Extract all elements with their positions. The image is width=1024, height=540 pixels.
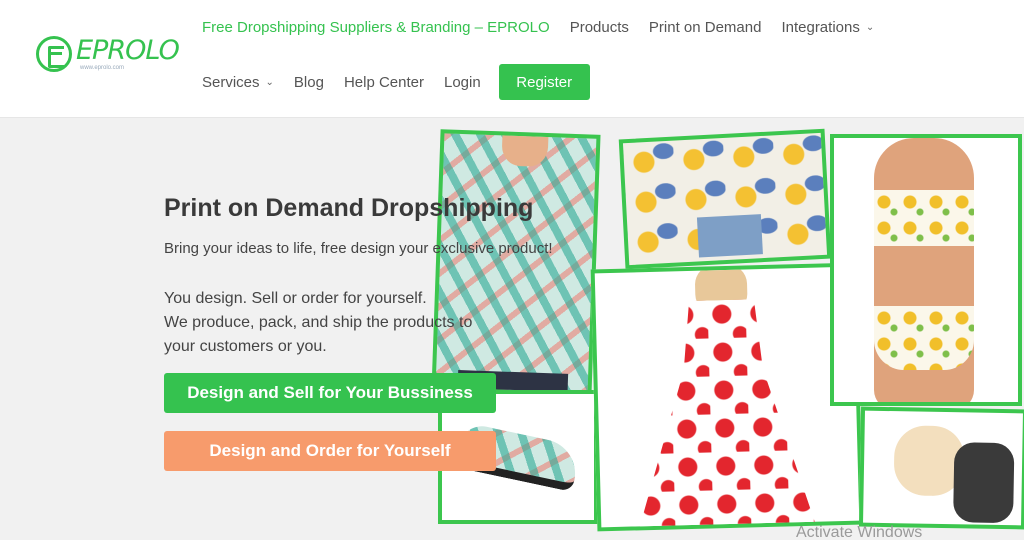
logo-text: EPROLO	[76, 34, 180, 66]
nav-print-on-demand-link[interactable]: Print on Demand	[649, 19, 762, 36]
logo-subtext: www.eprolo.com	[80, 64, 125, 71]
abstract-hoodie-image	[618, 128, 832, 270]
hero-description: You design. Sell or order for yourself. …	[164, 287, 472, 359]
eprolo-logo-icon	[36, 36, 72, 72]
dress-shape	[631, 298, 817, 532]
dog-harness	[953, 442, 1015, 524]
nav-blog-link[interactable]: Blog	[294, 74, 324, 91]
chevron-down-icon: ⌄	[265, 76, 274, 88]
nav-integrations-menu[interactable]: Integrations ⌄	[781, 19, 874, 36]
hero-desc-line: We produce, pack, and ship the products …	[164, 314, 473, 331]
hero-desc-line: your customers or you.	[164, 338, 327, 355]
design-and-sell-button[interactable]: Design and Sell for Your Bussiness	[164, 373, 496, 413]
site-header: EPROLO www.eprolo.com Free Dropshipping …	[0, 0, 1024, 118]
register-button[interactable]: Register	[498, 64, 590, 100]
chevron-down-icon: ⌄	[865, 22, 875, 33]
nav-login-link[interactable]: Login	[444, 74, 481, 91]
eprolo-logo[interactable]: EPROLO www.eprolo.com	[36, 34, 180, 72]
nav-products-link[interactable]: Products	[570, 19, 629, 36]
nav-home-link[interactable]: Free Dropshipping Suppliers & Branding –…	[202, 19, 550, 36]
main-nav-row-2: Services ⌄ Blog Help Center Login Registe…	[202, 64, 590, 100]
polka-dot-dress-image	[590, 262, 864, 532]
hero-title: Print on Demand Dropshipping	[164, 194, 534, 222]
hero-desc-line: You design. Sell or order for yourself.	[164, 290, 427, 307]
model-head	[501, 129, 550, 168]
main-nav-row-1: Free Dropshipping Suppliers & Branding –…	[202, 19, 894, 36]
design-and-order-button[interactable]: Design and Order for Yourself	[164, 431, 496, 471]
bikini-top	[874, 190, 974, 246]
product-collage	[431, 128, 1024, 540]
bikini-bottom	[874, 306, 974, 370]
hero-subtitle: Bring your ideas to life, free design yo…	[164, 240, 553, 257]
pineapple-bikini-image	[830, 134, 1022, 406]
dog-harness-image	[858, 406, 1024, 530]
nav-help-center-link[interactable]: Help Center	[344, 74, 424, 91]
activate-windows-watermark: Activate Windows	[796, 524, 923, 540]
nav-services-menu[interactable]: Services ⌄	[202, 74, 274, 91]
denim-shorts	[696, 214, 763, 258]
